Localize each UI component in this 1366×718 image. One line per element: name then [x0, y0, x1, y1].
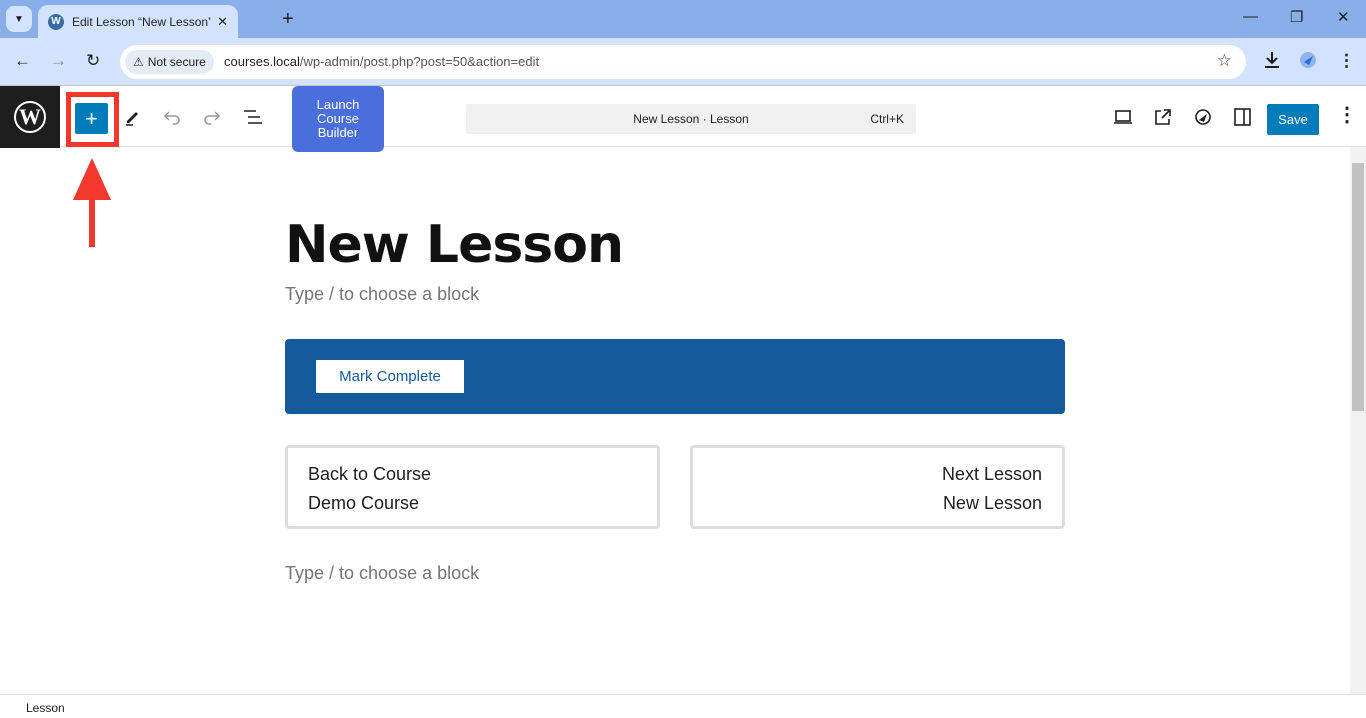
next-lesson-card[interactable]: Next Lesson New Lesson	[690, 445, 1065, 529]
restore-button[interactable]: ❐	[1290, 8, 1303, 26]
block-inserter-button[interactable]: +	[75, 103, 108, 134]
wordpress-favicon-icon: W	[48, 13, 64, 30]
options-menu-icon[interactable]: ⋮	[1337, 102, 1357, 127]
command-palette-button[interactable]: New Lesson · Lesson Ctrl+K	[466, 104, 916, 134]
editor-canvas: New Lesson Type / to choose a block Mark…	[0, 147, 1350, 694]
download-icon[interactable]	[1262, 50, 1282, 70]
settings-sidebar-icon[interactable]	[1233, 108, 1253, 126]
undo-icon[interactable]	[163, 108, 181, 126]
block-placeholder-bottom[interactable]: Type / to choose a block	[285, 563, 479, 584]
block-placeholder[interactable]: Type / to choose a block	[285, 284, 479, 305]
url-path: /wp-admin/post.php?post=50&action=edit	[299, 54, 540, 69]
forward-button[interactable]: →	[50, 51, 67, 71]
next-label: Next Lesson	[941, 464, 1042, 484]
next-lesson-name: New Lesson	[942, 493, 1042, 513]
url-host: courses.local	[224, 54, 300, 69]
launch-label: Launch Course Builder	[316, 97, 360, 140]
back-to-course-card[interactable]: Back to Course Demo Course	[285, 445, 660, 529]
new-tab-button[interactable]: +	[282, 8, 294, 31]
url-text[interactable]: courses.local/wp-admin/post.php?post=50&…	[224, 54, 539, 69]
scrollbar-thumb[interactable]	[1352, 163, 1364, 411]
document-title: New Lesson · Lesson	[633, 112, 749, 126]
warning-icon: ⚠	[133, 55, 144, 69]
status-bar: Lesson	[0, 694, 1366, 718]
redo-icon[interactable]	[203, 108, 221, 126]
extension-icon[interactable]	[1298, 50, 1318, 70]
site-globe-icon[interactable]	[1193, 108, 1213, 126]
close-tab-icon[interactable]: ✕	[217, 14, 228, 30]
bookmark-star-icon[interactable]: ☆	[1217, 51, 1232, 71]
tab-search-button[interactable]: ▼	[6, 6, 32, 32]
annotation-arrow-icon	[73, 158, 111, 247]
tab-title: Edit Lesson “New Lesson” ‹ cou	[72, 14, 212, 29]
save-button[interactable]: Save	[1267, 104, 1319, 135]
browser-tab[interactable]: W Edit Lesson “New Lesson” ‹ cou ✕	[38, 5, 238, 38]
minimize-button[interactable]: —	[1243, 8, 1258, 25]
address-bar[interactable]: ⚠ Not secure courses.local/wp-admin/post.…	[120, 45, 1246, 79]
security-chip[interactable]: ⚠ Not secure	[125, 50, 214, 74]
launch-course-builder-button[interactable]: Launch Course Builder	[292, 86, 384, 152]
shortcut-hint: Ctrl+K	[870, 112, 904, 126]
close-window-button[interactable]: ✕	[1337, 8, 1350, 26]
preview-desktop-icon[interactable]	[1113, 108, 1133, 126]
plus-icon: +	[85, 105, 98, 131]
reload-button[interactable]: ↻	[86, 51, 100, 71]
course-name: Demo Course	[308, 493, 420, 513]
back-label: Back to Course	[308, 464, 432, 484]
security-label: Not secure	[147, 55, 206, 69]
document-overview-icon[interactable]	[243, 108, 263, 126]
back-button[interactable]: ←	[14, 51, 31, 71]
address-row: ← → ↻ ⚠ Not secure courses.local/wp-admin…	[0, 38, 1366, 86]
breadcrumb[interactable]: Lesson	[26, 701, 65, 715]
mark-complete-block[interactable]: Mark Complete	[285, 339, 1065, 414]
browser-tab-bar: ▼ W Edit Lesson “New Lesson” ‹ cou ✕ + —…	[0, 0, 1366, 38]
editor-header: W + Launch Course Builder New Lesson · L…	[0, 86, 1366, 152]
scrollbar[interactable]	[1350, 147, 1366, 694]
browser-menu-icon[interactable]: ⋮	[1338, 51, 1355, 71]
wordpress-logo-button[interactable]: W	[0, 86, 60, 148]
view-post-external-icon[interactable]	[1153, 108, 1173, 126]
post-title[interactable]: New Lesson	[285, 215, 624, 275]
mark-complete-button[interactable]: Mark Complete	[316, 360, 464, 393]
wordpress-logo-icon: W	[14, 101, 46, 133]
pencil-icon[interactable]	[123, 108, 141, 126]
